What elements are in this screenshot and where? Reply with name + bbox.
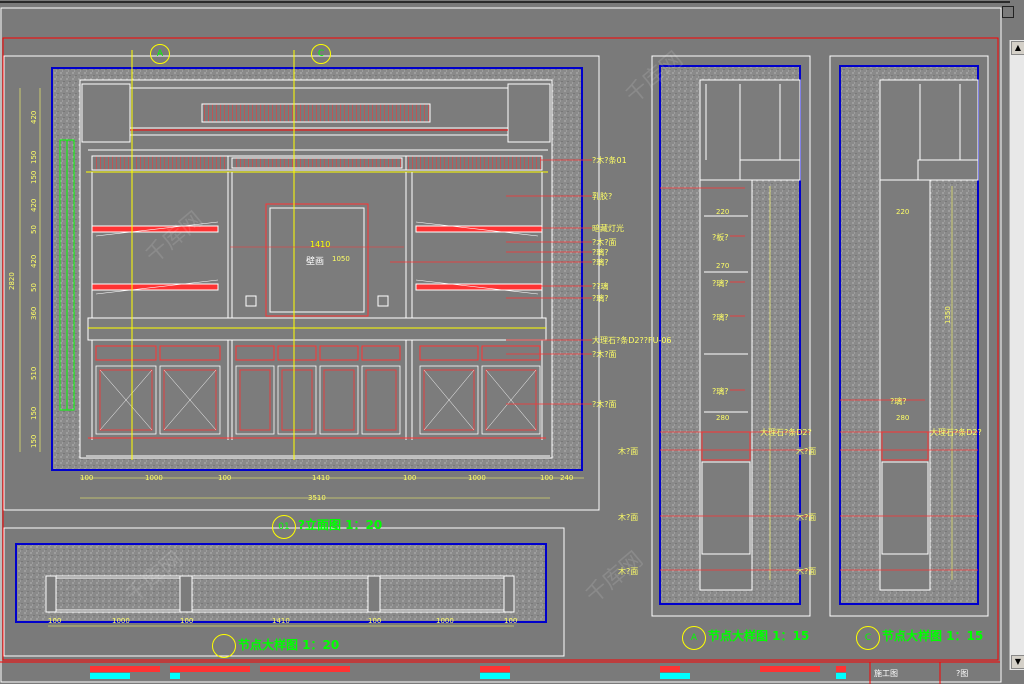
total-width-dim: 3510 bbox=[308, 494, 326, 502]
dim-bottom-1: 100 bbox=[80, 474, 94, 482]
callout-3: 暗藏灯光 bbox=[592, 224, 624, 233]
dim-bottom-7: 100 bbox=[540, 474, 554, 482]
titleblock-stamp: 施工图 bbox=[874, 669, 898, 678]
section-c-callout-4: 木?面 bbox=[796, 513, 817, 522]
dim-bottom-6: 1000 bbox=[468, 474, 486, 482]
section-a-callout-1: ?板? bbox=[712, 233, 729, 242]
section-a-callout-5: 大理石?条D2? bbox=[760, 428, 812, 437]
dim-left-4: 420 bbox=[30, 198, 38, 212]
section-c-title-marker: C bbox=[856, 626, 880, 650]
elevation-title: ?立面图 1：20 bbox=[298, 518, 383, 532]
section-c-callout-3: 木?面 bbox=[796, 447, 817, 456]
vertical-scrollbar[interactable]: ▲ ▼ bbox=[1009, 40, 1024, 670]
dim-bottom-8: 240 bbox=[560, 474, 574, 482]
section-c-group bbox=[829, 55, 989, 617]
section-a-dim-1: 220 bbox=[716, 208, 730, 216]
callout-1: ?木?条01 bbox=[592, 156, 627, 165]
callout-9: 大理石?条D2??FU-06 bbox=[592, 336, 672, 345]
dim-left-2: 150 bbox=[30, 150, 38, 164]
dim-left-6: 420 bbox=[30, 254, 38, 268]
dim-left-5: 50 bbox=[30, 225, 38, 234]
plan-dim-7: 100 bbox=[504, 617, 518, 625]
elevation-01-group bbox=[3, 50, 600, 511]
dim-left-11: 150 bbox=[30, 434, 38, 448]
section-c-title: 节点大样图 1：15 bbox=[882, 629, 984, 643]
dim-bottom-5: 100 bbox=[403, 474, 417, 482]
center-painting-width: 1410 bbox=[310, 240, 331, 249]
callout-2: 乳胶? bbox=[592, 192, 613, 201]
titleblock-sheet: ?图 bbox=[956, 669, 969, 678]
dim-bottom-2: 1000 bbox=[145, 474, 163, 482]
section-a-callout-4: ?璃? bbox=[712, 387, 729, 396]
section-c-dim-2: 280 bbox=[896, 414, 910, 422]
plan-dim-4: 1410 bbox=[272, 617, 290, 625]
dim-left-10: 150 bbox=[30, 406, 38, 420]
callout-7: ??璃 bbox=[592, 282, 609, 291]
dim-left-9: 510 bbox=[30, 366, 38, 380]
section-c-callout-5: 木?面 bbox=[796, 567, 817, 576]
section-a-callout-2: ?璃? bbox=[712, 279, 729, 288]
titleblock-strip bbox=[0, 661, 1000, 684]
section-c-height-dim: 1350 bbox=[944, 306, 952, 324]
callout-8: ?璃? bbox=[592, 294, 609, 303]
dim-bottom-4: 1410 bbox=[312, 474, 330, 482]
plan-title-marker bbox=[212, 634, 236, 658]
section-a-group bbox=[651, 55, 811, 617]
section-c-dim-1: 220 bbox=[896, 208, 910, 216]
grid-marker-c: C bbox=[311, 44, 331, 64]
plan-dim-6: 1000 bbox=[436, 617, 454, 625]
dim-left-3: 150 bbox=[30, 170, 38, 184]
section-a-dim-2: 270 bbox=[716, 262, 730, 270]
callout-6: ?璃? bbox=[592, 258, 609, 267]
total-height-dim: 2820 bbox=[8, 272, 16, 290]
scroll-up-arrow-icon[interactable]: ▲ bbox=[1011, 41, 1024, 55]
plan-dim-2: 1000 bbox=[112, 617, 130, 625]
grid-marker-a: A bbox=[150, 44, 170, 64]
center-painting-height: 1050 bbox=[332, 255, 350, 263]
plan-dim-5: 100 bbox=[368, 617, 382, 625]
plan-dim-1: 100 bbox=[48, 617, 62, 625]
section-c-callout-1: ?璃? bbox=[890, 397, 907, 406]
dim-left-8: 360 bbox=[30, 306, 38, 320]
section-a-callout-7: 木?面 bbox=[618, 513, 639, 522]
section-a-title-marker: A bbox=[682, 626, 706, 650]
callout-10: ?木?面 bbox=[592, 350, 617, 359]
section-c-callout-2: 大理石?条D2? bbox=[930, 428, 982, 437]
section-a-title: 节点大样图 1：15 bbox=[708, 629, 810, 643]
window-corner-icon[interactable] bbox=[1002, 6, 1014, 18]
dim-left-7: 50 bbox=[30, 283, 38, 292]
dim-bottom-3: 100 bbox=[218, 474, 232, 482]
section-a-callout-6: 木?面 bbox=[618, 447, 639, 456]
section-a-dim-3: 280 bbox=[716, 414, 730, 422]
dim-left-1: 420 bbox=[30, 110, 38, 124]
plan-dim-3: 100 bbox=[180, 617, 194, 625]
section-a-callout-3: ?璃? bbox=[712, 313, 729, 322]
elevation-title-marker: 01 bbox=[272, 515, 296, 539]
center-painting-label: 壁画 bbox=[306, 257, 325, 267]
plan-title: 节点大样图 1：20 bbox=[238, 638, 340, 652]
scroll-down-arrow-icon[interactable]: ▼ bbox=[1011, 655, 1024, 669]
callout-11: ?木?面 bbox=[592, 400, 617, 409]
